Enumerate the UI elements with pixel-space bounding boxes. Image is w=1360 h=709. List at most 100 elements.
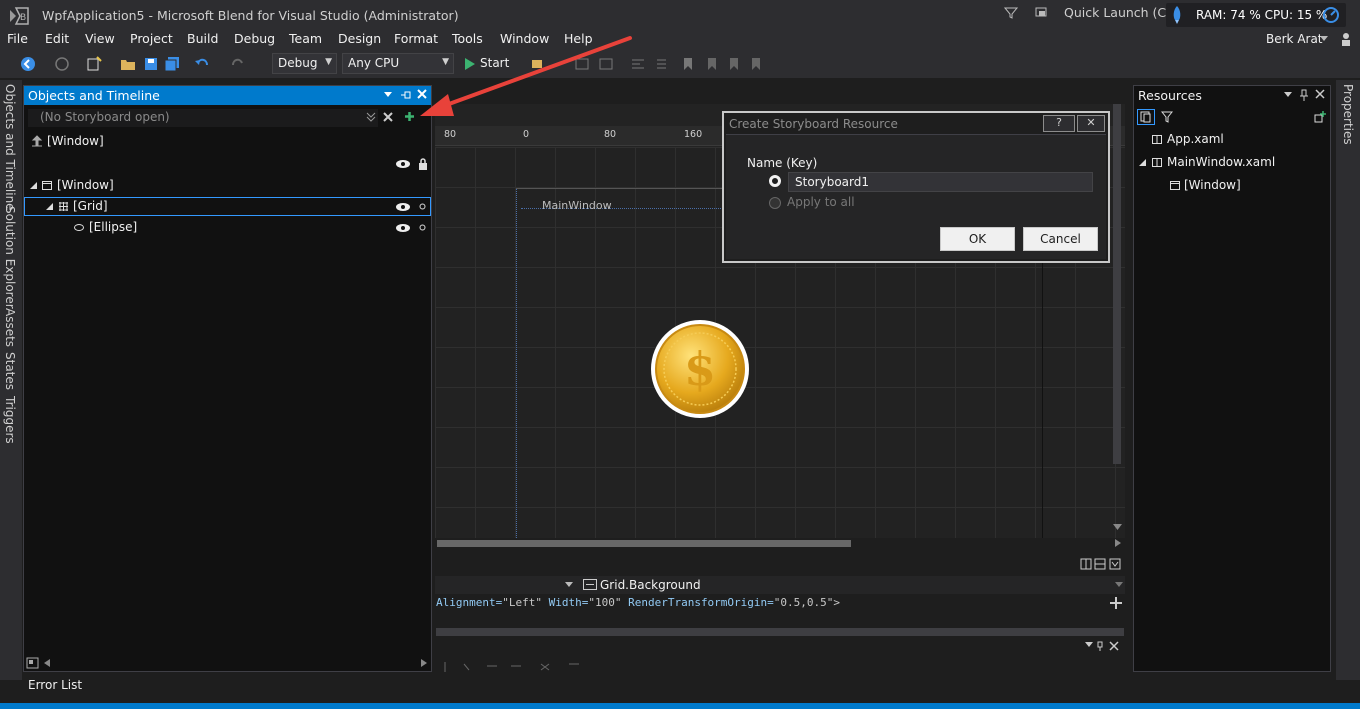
save-all-icon[interactable] — [164, 56, 180, 72]
account-icon[interactable] — [1340, 32, 1352, 46]
close-storyboard-icon[interactable] — [383, 112, 393, 122]
menu-debug[interactable]: Debug — [234, 31, 275, 46]
menu-team[interactable]: Team — [289, 31, 322, 46]
open-folder-icon[interactable] — [120, 56, 136, 72]
scope-up-icon[interactable] — [30, 134, 44, 148]
scroll-thumb[interactable] — [437, 540, 851, 547]
lock-dot-icon[interactable] — [419, 224, 426, 231]
resource-mainwindow-xaml[interactable]: MainWindow.xaml — [1167, 155, 1275, 169]
menu-project[interactable]: Project — [130, 31, 173, 46]
scroll-right-icon[interactable] — [421, 659, 427, 667]
resource-app-xaml[interactable]: App.xaml — [1167, 132, 1224, 146]
tree-label: [Ellipse] — [89, 220, 138, 234]
resource-window[interactable]: [Window] — [1184, 178, 1241, 192]
xaml-file-icon — [1152, 158, 1162, 167]
storyboard-select[interactable]: (No Storyboard open) — [28, 109, 378, 127]
scroll-down-icon[interactable] — [1113, 524, 1122, 530]
visibility-eye-icon[interactable] — [395, 202, 411, 212]
chevron-down-icon[interactable] — [565, 582, 573, 588]
xaml-scrollbar[interactable] — [436, 628, 1124, 636]
visibility-eye-icon[interactable] — [395, 223, 411, 233]
undo-icon[interactable] — [194, 56, 210, 72]
chevron-down-icon[interactable] — [384, 92, 392, 98]
create-storyboard-dialog: Create Storyboard Resource ? ✕ Name (Key… — [722, 111, 1110, 263]
clear-bookmarks-icon[interactable] — [748, 56, 764, 72]
tree-row-window[interactable]: [Window] — [24, 176, 431, 195]
tab-properties[interactable]: Properties — [1341, 84, 1355, 145]
lock-dot-icon[interactable] — [419, 203, 426, 210]
menu-design[interactable]: Design — [338, 31, 381, 46]
ok-button[interactable]: OK — [940, 227, 1015, 251]
canvas-horizontal-scrollbar[interactable] — [435, 538, 1125, 548]
canvas-vertical-scrollbar[interactable] — [1113, 104, 1121, 464]
tree-row-ellipse[interactable]: [Ellipse] — [24, 218, 431, 237]
redo-icon[interactable] — [230, 56, 246, 72]
prev-bookmark-icon[interactable] — [704, 56, 720, 72]
artboard-title: MainWindow — [542, 199, 612, 212]
user-dropdown-icon[interactable] — [1320, 36, 1328, 42]
dollar-coin-ellipse[interactable]: $ — [650, 319, 750, 419]
expand-arrow-icon[interactable] — [46, 203, 53, 210]
visibility-eye-icon[interactable] — [395, 159, 411, 169]
pin-icon[interactable] — [1299, 89, 1309, 101]
apply-all-radio[interactable] — [769, 197, 781, 209]
svg-text:B: B — [20, 13, 26, 23]
tab-assets[interactable]: Assets — [3, 308, 17, 347]
output-tool-icons[interactable] — [439, 660, 589, 672]
xaml-value: "100" — [588, 596, 622, 609]
close-icon[interactable] — [1109, 641, 1119, 651]
feedback-icon[interactable] — [1034, 6, 1050, 20]
scroll-left-icon[interactable] — [44, 659, 50, 667]
chevron-down-icon[interactable] — [1115, 582, 1123, 588]
help-button[interactable]: ? — [1043, 115, 1075, 132]
chevron-down-icon[interactable] — [1284, 92, 1292, 98]
name-radio[interactable] — [769, 175, 781, 187]
lock-icon[interactable] — [418, 158, 428, 170]
ruler-label: 80 — [444, 129, 457, 140]
configuration-value: Debug — [278, 56, 318, 70]
window-icon — [1170, 181, 1180, 190]
split-editor-icon[interactable] — [1110, 597, 1122, 609]
filter-icon[interactable] — [1161, 111, 1173, 123]
tab-states[interactable]: States — [3, 352, 17, 390]
menu-edit[interactable]: Edit — [45, 31, 69, 46]
forward-icon[interactable] — [54, 56, 70, 72]
dialog-close-button[interactable]: ✕ — [1077, 115, 1105, 132]
indent-icon[interactable] — [652, 56, 668, 72]
scroll-right-icon[interactable] — [1115, 539, 1121, 547]
new-dictionary-icon[interactable] — [1137, 109, 1155, 125]
split-view-icons[interactable] — [1080, 558, 1122, 570]
tab-triggers[interactable]: Triggers — [3, 396, 17, 444]
error-list-tab[interactable]: Error List — [28, 678, 82, 692]
chevron-down-icon[interactable] — [1085, 642, 1093, 648]
configuration-select[interactable]: Debug ▼ — [272, 53, 337, 74]
menu-build[interactable]: Build — [187, 31, 218, 46]
close-icon[interactable] — [1315, 89, 1325, 99]
menu-view[interactable]: View — [85, 31, 115, 46]
pin-icon[interactable] — [1095, 641, 1105, 651]
gauge-icon[interactable] — [1322, 6, 1340, 24]
scope-label: [Window] — [47, 134, 104, 148]
xaml-breadcrumb[interactable]: Grid.Background — [600, 578, 701, 592]
timeline-toggle-icon[interactable] — [26, 657, 39, 669]
storyboard-name-input[interactable]: Storyboard1 — [788, 172, 1093, 192]
ellipse-icon — [74, 224, 84, 231]
tab-solution-explorer[interactable]: Solution Explorer — [3, 206, 17, 309]
user-name[interactable]: Berk Arat — [1266, 32, 1323, 46]
bookmark-icon[interactable] — [680, 56, 696, 72]
filter-icon[interactable] — [1004, 6, 1018, 20]
menu-file[interactable]: File — [7, 31, 28, 46]
tab-objects-and-timeline[interactable]: Objects and Timeline — [3, 84, 17, 211]
xaml-code-line[interactable]: Alignment="Left" Width="100" RenderTrans… — [436, 596, 1116, 612]
next-bookmark-icon[interactable] — [726, 56, 742, 72]
add-resource-icon[interactable] — [1314, 111, 1326, 123]
quick-launch-input[interactable]: Quick Launch (Ctrl+Q) — [1058, 3, 1166, 23]
chevrons-down-icon[interactable] — [366, 112, 376, 122]
save-icon[interactable] — [143, 56, 159, 72]
tree-row-grid[interactable]: [Grid] — [24, 197, 431, 216]
cancel-button[interactable]: Cancel — [1023, 227, 1098, 251]
back-icon[interactable] — [20, 56, 36, 72]
expand-arrow-icon[interactable] — [1139, 159, 1146, 166]
new-project-icon[interactable] — [86, 56, 102, 72]
expand-arrow-icon[interactable] — [30, 182, 37, 189]
